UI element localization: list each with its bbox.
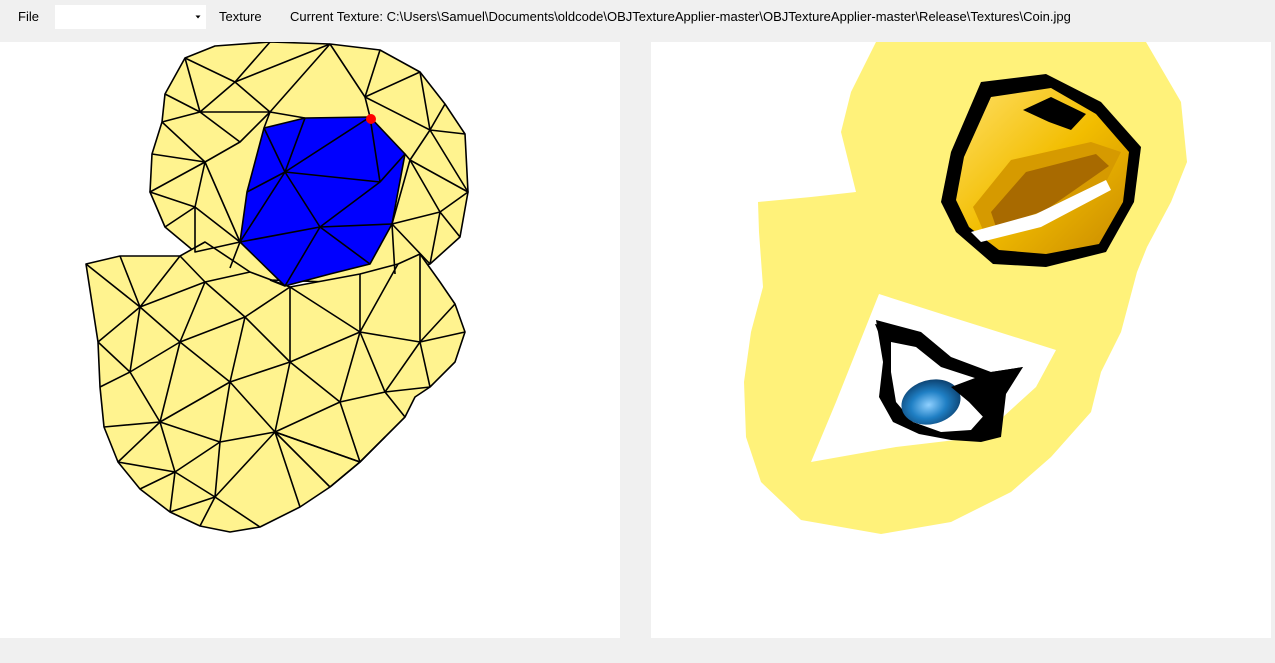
texture-applier-window: File Texture Current Texture: C:\Users\S… (0, 0, 1275, 663)
uv-texture-viewport[interactable] (651, 42, 1271, 638)
duck-mesh-render (85, 42, 469, 533)
uv-texture-render (744, 42, 1187, 534)
model-3d-viewport[interactable] (0, 42, 620, 638)
uv-island (744, 42, 1187, 534)
current-texture-label: Current Texture: C:\Users\Samuel\Documen… (290, 9, 1071, 24)
chevron-down-icon (195, 15, 201, 19)
toolbar: File Texture Current Texture: C:\Users\S… (0, 0, 1275, 36)
texture-menu[interactable]: Texture (219, 9, 262, 25)
file-menu[interactable]: File (18, 9, 39, 25)
vertex-marker-icon[interactable] (366, 114, 376, 124)
object-select-combobox[interactable] (54, 4, 207, 30)
